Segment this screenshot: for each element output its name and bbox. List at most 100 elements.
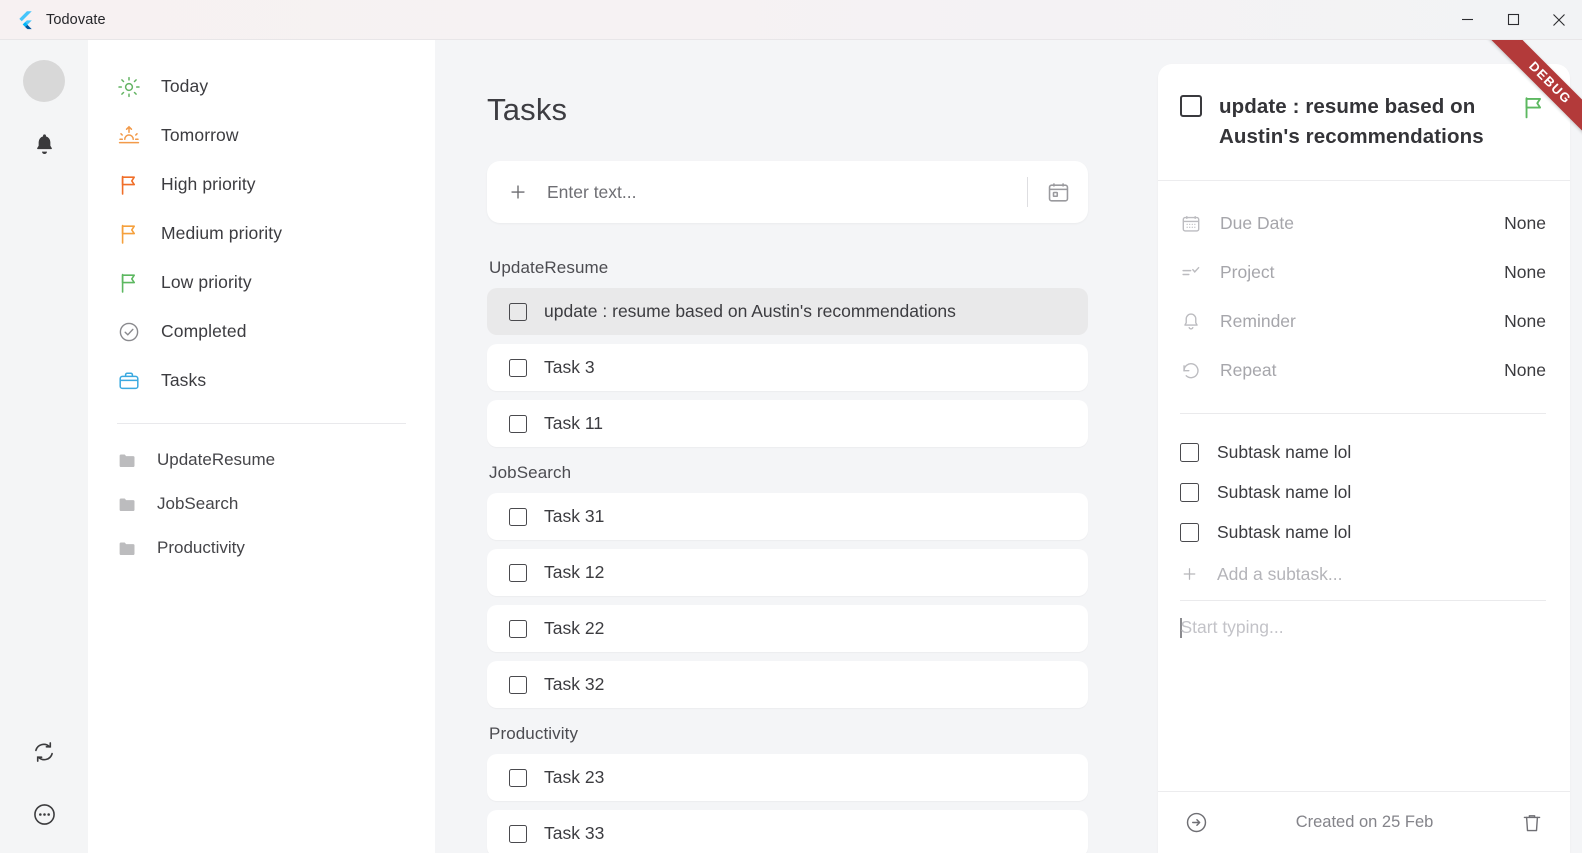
sidebar-project-jobsearch[interactable]: JobSearch [88,482,435,526]
repeat-icon [1180,360,1210,382]
task-row[interactable]: Task 31 [487,493,1088,540]
title-bar: Todovate [0,0,1582,40]
detail-properties: Due Date None Project None Reminder None… [1158,181,1570,405]
task-group: Productivity Task 23 Task 33 [487,724,1088,853]
subtask-row[interactable]: Subtask name lol [1180,432,1546,472]
flag-icon [117,173,151,197]
task-group: UpdateResume update : resume based on Au… [487,258,1088,447]
sidebar-item-tasks[interactable]: Tasks [88,356,435,405]
task-row[interactable]: Task 3 [487,344,1088,391]
group-title: UpdateResume [489,258,609,277]
arrow-right-circle-icon[interactable] [1184,810,1209,835]
subtask-row[interactable]: Subtask name lol [1180,472,1546,512]
property-reminder[interactable]: Reminder None [1180,297,1546,346]
flutter-logo [14,9,36,31]
main-content: Tasks Enter text... UpdateResume update … [435,40,1150,853]
subtask-checkbox[interactable] [1180,442,1199,462]
property-repeat[interactable]: Repeat None [1180,346,1546,395]
property-due-date[interactable]: Due Date None [1180,199,1546,248]
sidebar-item-medium-priority[interactable]: Medium priority [88,209,435,258]
task-checkbox[interactable] [509,563,527,582]
flag-icon[interactable] [1520,94,1550,127]
avatar[interactable] [23,60,65,102]
folder-icon [117,450,147,471]
trash-icon[interactable] [1520,811,1544,835]
detail-task-title[interactable]: update : resume based on Austin's recomm… [1219,92,1512,152]
task-checkbox[interactable] [509,824,527,843]
sidebar-project-updateresume[interactable]: UpdateResume [88,438,435,482]
task-row[interactable]: Task 32 [487,661,1088,708]
task-row[interactable]: Task 11 [487,400,1088,447]
sidebar-item-label: Tomorrow [161,125,239,145]
sidebar-item-label: Medium priority [161,223,283,243]
property-project[interactable]: Project None [1180,248,1546,297]
property-label: Reminder [1220,311,1296,332]
detail-task-checkbox[interactable] [1180,95,1202,117]
task-row[interactable]: update : resume based on Austin's recomm… [487,288,1088,335]
task-detail-panel: update : resume based on Austin's recomm… [1150,40,1582,853]
subtask-checkbox[interactable] [1180,522,1199,542]
check-circle-icon [117,320,151,344]
note-placeholder: Start typing... [1180,617,1284,638]
task-row[interactable]: Task 12 [487,549,1088,596]
task-row[interactable]: Task 33 [487,810,1088,853]
minimize-button[interactable] [1444,0,1490,39]
property-value: None [1504,213,1546,234]
property-value: None [1504,262,1546,283]
subtask-checkbox[interactable] [1180,482,1199,502]
sync-icon[interactable] [31,739,57,770]
project-label: UpdateResume [157,450,276,469]
calendar-icon [1180,213,1210,235]
input-divider [1027,177,1028,207]
property-label: Due Date [1220,213,1294,234]
add-task-input[interactable] [547,181,1027,203]
task-checkbox[interactable] [509,675,527,694]
more-options-icon[interactable] [31,801,58,833]
add-subtask-row[interactable]: Add a subtask... [1180,552,1546,596]
note-section[interactable]: Start typing... [1180,600,1546,791]
bell-icon[interactable] [31,131,58,163]
close-button[interactable] [1536,0,1582,39]
task-label: Task 3 [544,357,595,377]
sidebar-item-label: Completed [161,321,247,341]
task-checkbox[interactable] [509,358,527,377]
task-checkbox[interactable] [509,507,527,526]
sidebar-item-today[interactable]: Today [88,62,435,111]
note-field[interactable]: Start typing... [1180,617,1546,639]
task-label: Task 32 [544,674,605,694]
task-label: Task 31 [544,506,605,526]
task-checkbox[interactable] [509,619,527,638]
property-value: None [1504,311,1546,332]
sidebar: Today Tomorrow High priority Medium prio… [88,40,435,853]
add-task-box[interactable] [487,161,1088,223]
sun-icon [117,75,151,99]
subtask-label: Subtask name lol [1217,481,1352,502]
task-row[interactable]: Task 23 [487,754,1088,801]
sidebar-project-productivity[interactable]: Productivity [88,526,435,570]
task-checkbox[interactable] [509,302,527,321]
task-label: Task 11 [544,413,604,433]
window-title: Todovate [46,11,106,28]
task-group: JobSearch Task 31 Task 12 Task 22 Task 3… [487,463,1088,708]
page-title: Tasks [487,92,568,127]
sidebar-item-high-priority[interactable]: High priority [88,160,435,209]
navigation-rail [0,40,88,853]
task-checkbox[interactable] [509,414,527,433]
task-row[interactable]: Task 22 [487,605,1088,652]
project-label: JobSearch [157,494,239,513]
subtask-label: Subtask name lol [1217,521,1352,542]
sidebar-item-completed[interactable]: Completed [88,307,435,356]
created-on-label: Created on 25 Feb [1295,813,1434,831]
subtask-row[interactable]: Subtask name lol [1180,512,1546,552]
task-checkbox[interactable] [509,768,527,787]
project-label: Productivity [157,538,245,557]
detail-card: update : resume based on Austin's recomm… [1158,64,1570,853]
plus-icon [1180,564,1199,584]
maximize-button[interactable] [1490,0,1536,39]
sidebar-item-low-priority[interactable]: Low priority [88,258,435,307]
property-label: Repeat [1220,360,1277,381]
sidebar-item-label: Tasks [161,370,207,390]
sidebar-item-label: Today [161,76,209,96]
sidebar-item-tomorrow[interactable]: Tomorrow [88,111,435,160]
calendar-icon[interactable] [1032,180,1084,205]
